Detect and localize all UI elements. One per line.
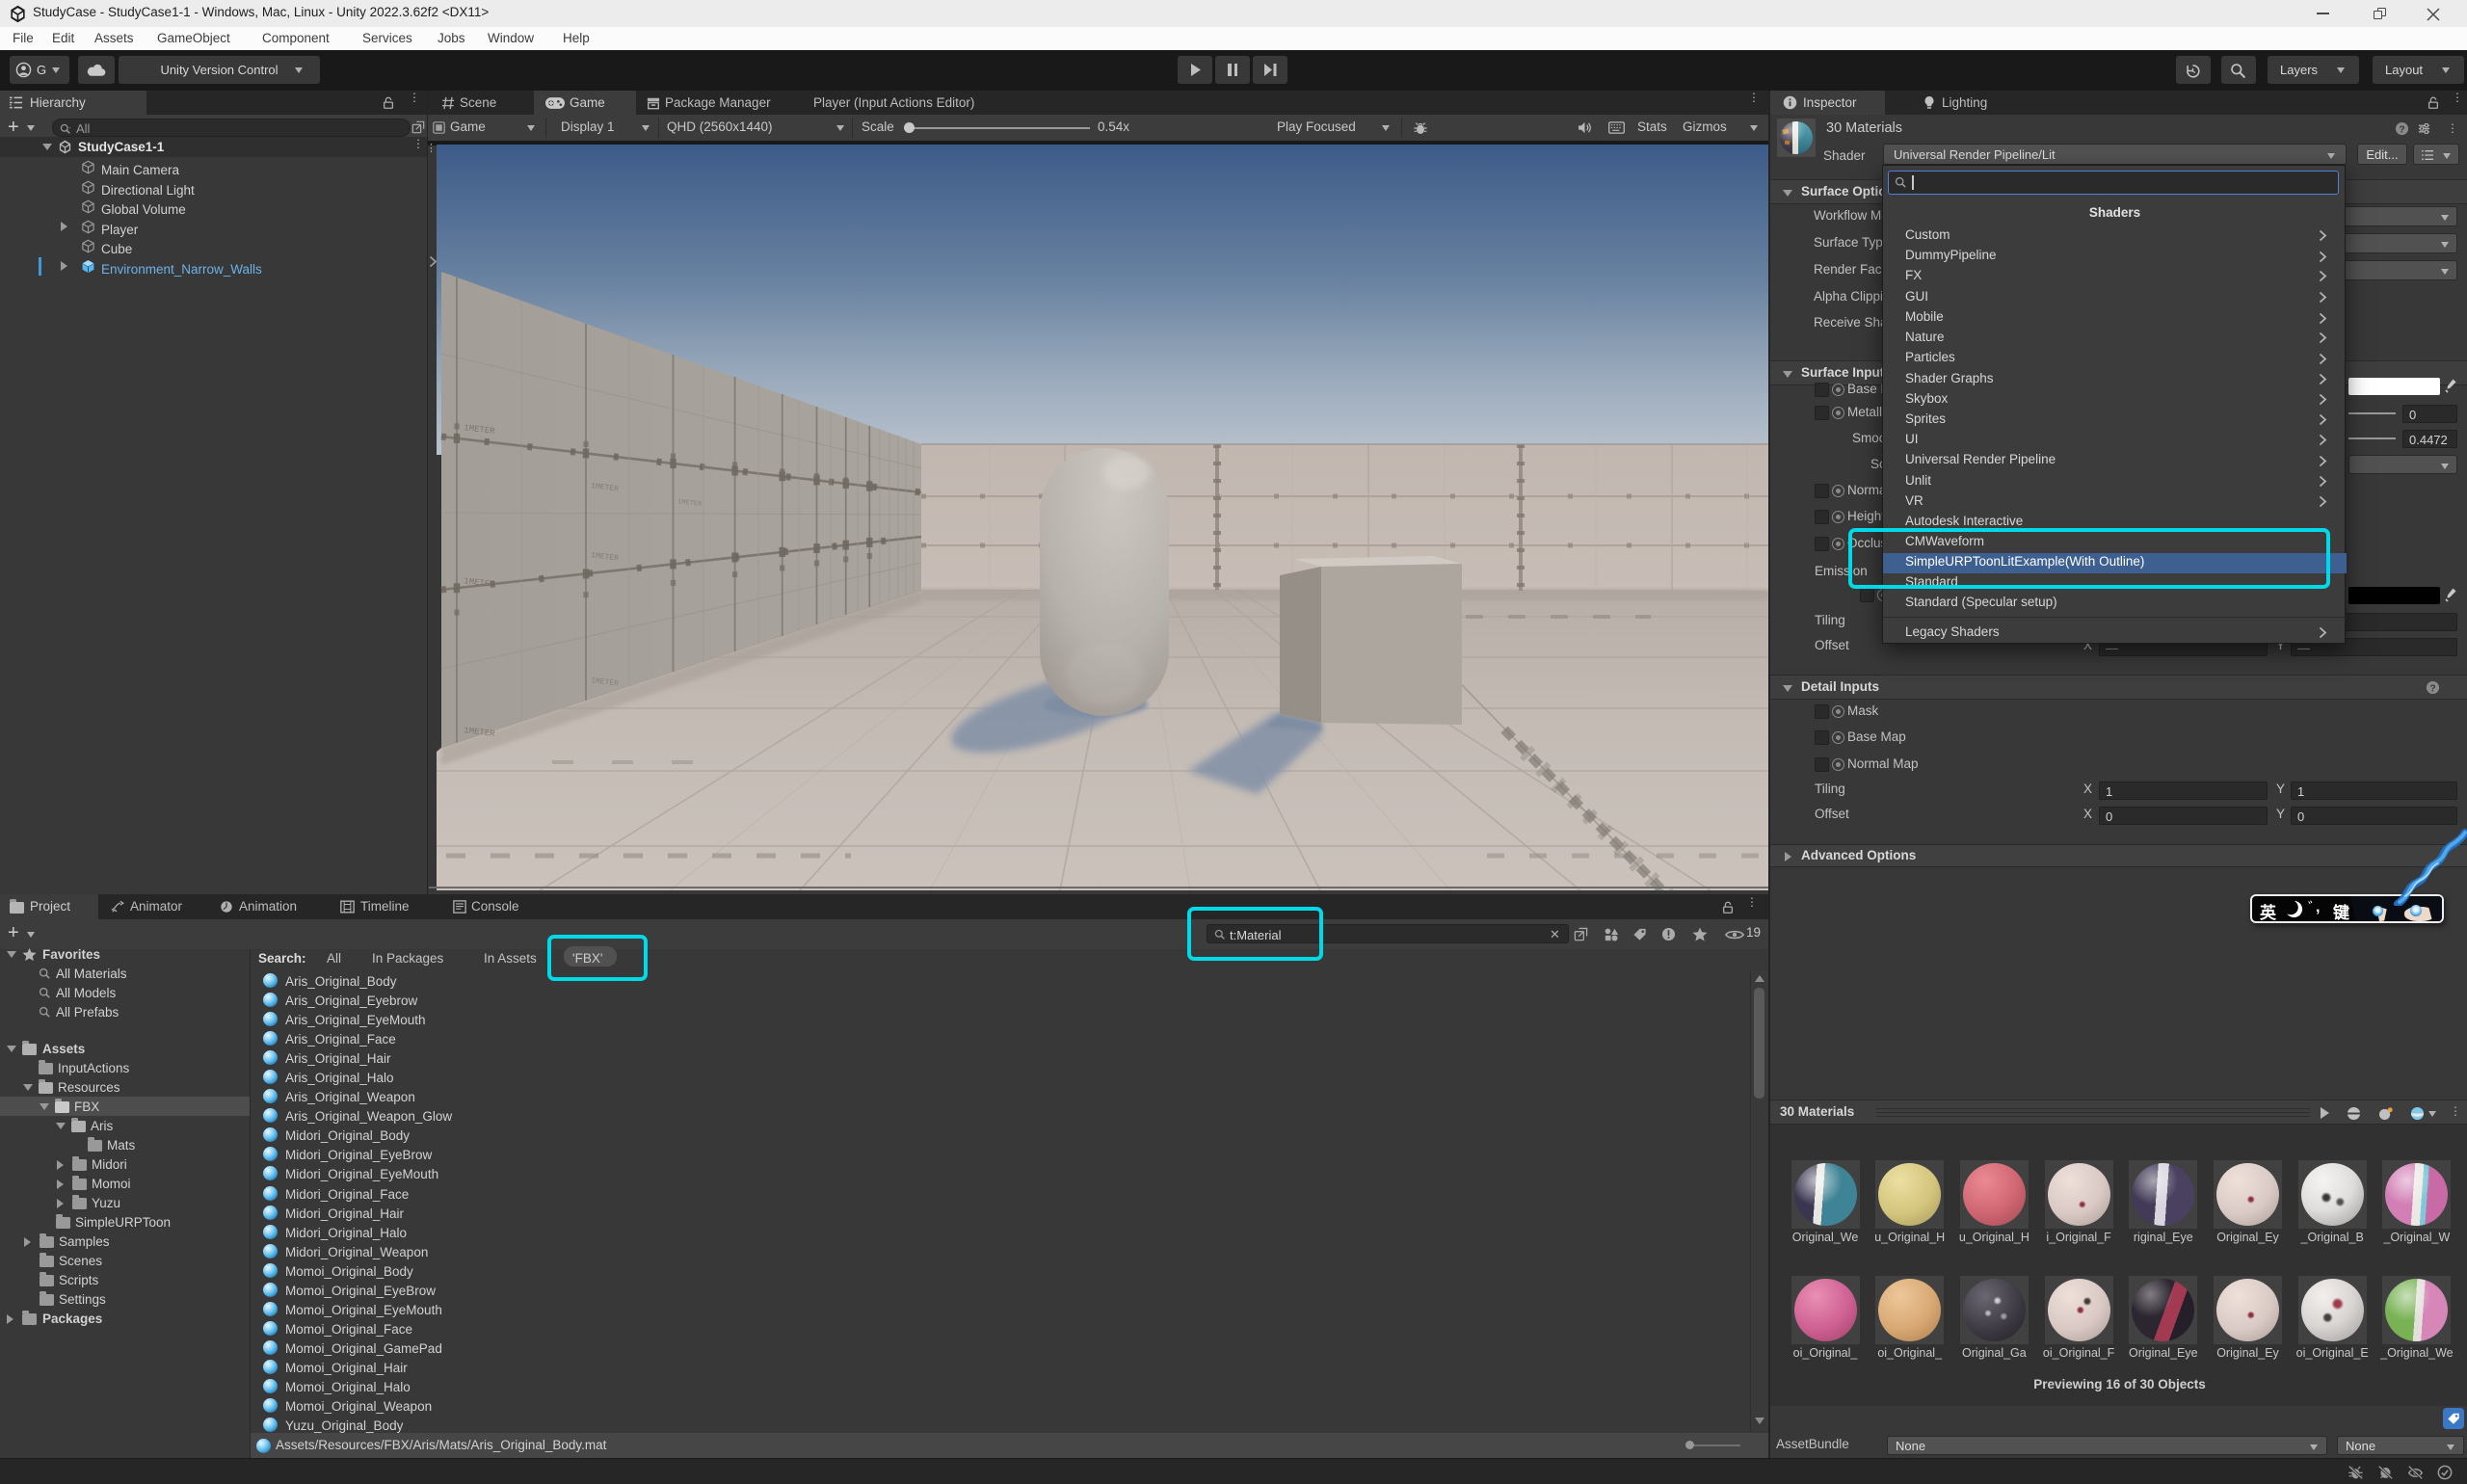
- svg-text:?: ?: [2429, 683, 2435, 694]
- svg-text:?: ?: [2399, 124, 2404, 135]
